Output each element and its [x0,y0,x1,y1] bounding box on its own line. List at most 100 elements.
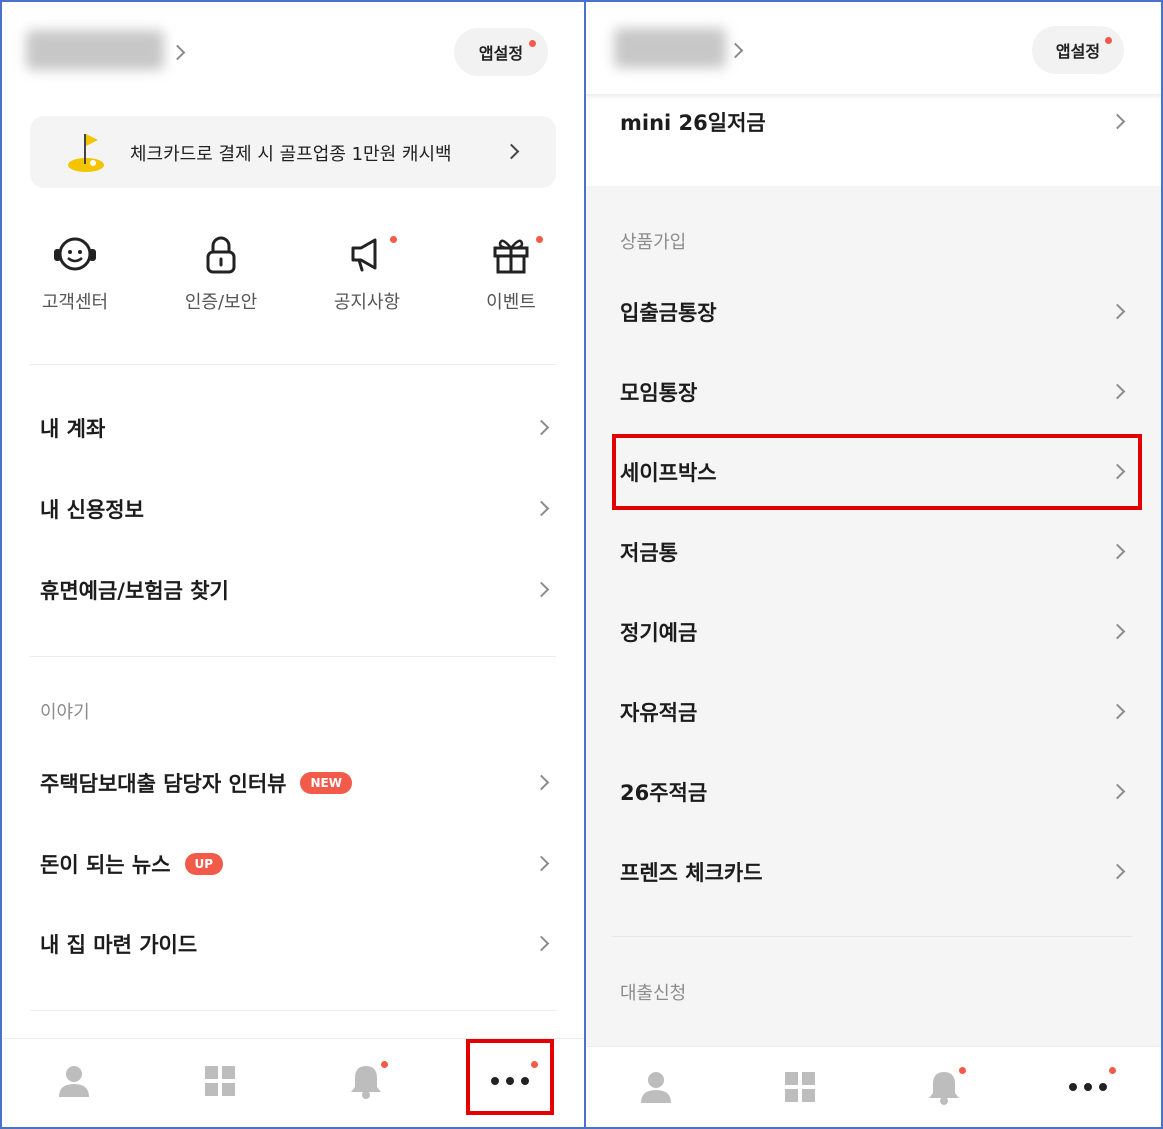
product-item-label: 모임통장 [620,381,698,405]
chevron-right-icon [1109,703,1126,720]
promo-banner[interactable]: 체크카드로 결제 시 골프업종 1만원 캐시백 [30,116,556,188]
product-item-group-account[interactable]: 모임통장 [620,362,1130,422]
product-item-fixed-deposit[interactable]: 정기예금 [620,602,1130,662]
chevron-right-icon [533,855,550,872]
product-item-label: 자유적금 [620,701,698,725]
blurred-user-name [26,30,164,70]
bell-icon [929,1072,959,1105]
left-panel: 앱설정 체크카드로 결제 시 골프업종 1만원 캐시백 고객센터 인증/보안 공… [2,2,584,1127]
grid-icon [205,1066,235,1096]
headset-smile-icon [54,237,96,271]
new-badge: NEW [300,772,352,794]
nav-profile[interactable] [626,1057,686,1117]
story-section-title: 이야기 [40,702,90,723]
new-dot-icon [959,1067,966,1074]
menu-item-label: 내 계좌 [40,417,106,441]
golf-flag-icon [68,134,104,172]
highlight-safebox-item [612,434,1142,510]
product-item-free-savings[interactable]: 자유적금 [620,682,1130,742]
product-item-26week-savings[interactable]: 26주적금 [620,762,1130,822]
chevron-right-icon [1109,783,1126,800]
product-item-checking[interactable]: 입출금통장 [620,282,1130,342]
promo-banner-text: 체크카드로 결제 시 골프업종 1만원 캐시백 [130,144,452,165]
chevron-right-icon [1109,383,1126,400]
chevron-right-icon [533,419,550,436]
menu-item-label: mini 26일저금 [620,111,766,135]
section-divider [612,936,1132,937]
chevron-right-icon [1109,623,1126,640]
app-settings-button[interactable]: 앱설정 [1032,26,1124,74]
story-item-label: 주택담보대출 담당자 인터뷰 [40,772,287,796]
quick-label: 인증/보안 [184,292,258,313]
nav-products[interactable] [770,1057,830,1117]
person-icon [59,1066,89,1097]
chevron-right-icon [169,44,186,61]
lock-icon [206,236,236,274]
story-item-home-guide[interactable]: 내 집 마련 가이드 [40,914,554,974]
products-section-title: 상품가입 [620,232,687,253]
section-divider [30,1010,556,1011]
quick-label: 공지사항 [333,292,401,313]
bell-icon [351,1066,381,1099]
new-dot-icon [1105,37,1112,44]
chevron-right-icon [1109,303,1126,320]
story-item-money-news[interactable]: 돈이 되는 뉴스 UP [40,834,554,894]
quick-notice[interactable]: 공지사항 [312,232,422,314]
bottom-nav [586,1046,1161,1127]
new-dot-icon [536,236,543,243]
panel-divider [584,0,586,1129]
chevron-right-icon [503,143,520,160]
person-icon [641,1072,671,1103]
product-item-label: 프렌즈 체크카드 [620,861,763,885]
menu-item-dormant-deposit[interactable]: 휴면예금/보험금 찾기 [40,560,554,620]
product-item-label: 정기예금 [620,621,698,645]
chevron-right-icon [533,581,550,598]
quick-customer-center[interactable]: 고객센터 [20,232,130,314]
nav-products[interactable] [190,1051,250,1111]
menu-item-my-credit[interactable]: 내 신용정보 [40,479,554,539]
menu-item-label: 휴면예금/보험금 찾기 [40,579,229,603]
nav-notifications[interactable] [914,1057,974,1117]
right-panel: 앱설정 mini 26일저금 상품가입 입출금통장 모임통장 세이프박스 저금통… [586,2,1161,1127]
chevron-right-icon [1109,863,1126,880]
chevron-right-icon [533,500,550,517]
product-item-label: 입출금통장 [620,301,717,325]
gift-icon [493,239,529,274]
product-item-friends-check-card[interactable]: 프렌즈 체크카드 [620,842,1130,902]
nav-profile[interactable] [44,1051,104,1111]
app-settings-label: 앱설정 [1055,42,1101,61]
new-dot-icon [1109,1067,1116,1074]
loan-section-title: 대출신청 [620,983,687,1004]
story-item-mortgage-interview[interactable]: 주택담보대출 담당자 인터뷰 NEW [40,753,554,813]
grid-icon [785,1072,815,1102]
chevron-right-icon [1109,113,1126,130]
highlight-more-button [466,1039,554,1115]
section-divider [30,364,556,365]
menu-item-my-account[interactable]: 내 계좌 [40,398,554,458]
app-settings-button[interactable]: 앱설정 [454,28,548,76]
megaphone-icon [351,238,377,272]
story-item-label: 돈이 되는 뉴스 [40,853,171,877]
new-dot-icon [529,40,536,47]
story-item-label: 내 집 마련 가이드 [40,933,198,957]
quick-label: 고객센터 [41,292,109,313]
product-item-label: 저금통 [620,541,678,565]
quick-auth-security[interactable]: 인증/보안 [166,232,276,314]
chevron-right-icon [533,935,550,952]
more-dots-icon [1069,1083,1107,1091]
menu-item-mini-26day[interactable]: mini 26일저금 [620,92,1130,152]
nav-notifications[interactable] [336,1051,396,1111]
menu-item-label: 내 신용정보 [40,498,144,522]
nav-more[interactable] [1058,1057,1118,1117]
blurred-user-name [614,28,726,68]
product-item-piggy-bank[interactable]: 저금통 [620,522,1130,582]
new-dot-icon [390,236,397,243]
up-badge: UP [184,853,224,875]
quick-label: 이벤트 [486,292,536,313]
chevron-right-icon [533,774,550,791]
quick-event[interactable]: 이벤트 [456,232,566,314]
section-divider [30,656,556,657]
chevron-right-icon [1109,543,1126,560]
app-settings-label: 앱설정 [478,44,524,63]
new-dot-icon [381,1061,388,1068]
